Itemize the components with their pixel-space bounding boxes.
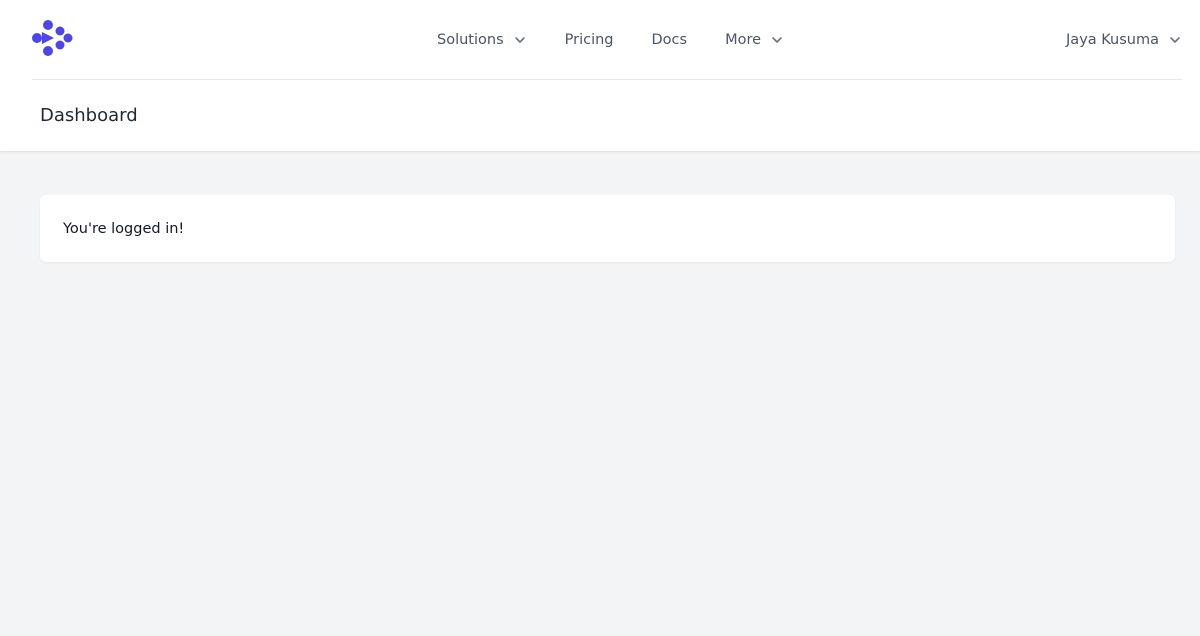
status-card: You're logged in! [40,195,1175,262]
navigation-bar: Solutions Pricing Docs More Jaya Kusuma [32,0,1182,80]
page-title: Dashboard [40,105,138,126]
nav-item-more[interactable]: More [725,32,784,48]
chevron-down-icon [514,37,525,43]
top-bar: Solutions Pricing Docs More Jaya Kusuma [0,0,1200,151]
nav-item-label: Docs [651,32,688,48]
chevron-down-icon [772,37,782,43]
main-menu: Solutions Pricing Docs More [437,0,784,80]
chevron-down-icon [1170,37,1180,43]
nav-item-pricing[interactable]: Pricing [565,32,614,48]
user-name: Jaya Kusuma [1066,32,1159,48]
nav-item-solutions[interactable]: Solutions [437,32,527,48]
brand-logo-icon[interactable] [32,18,74,58]
nav-item-docs[interactable]: Docs [652,32,688,48]
user-menu-button[interactable]: Jaya Kusuma [1066,0,1182,80]
nav-item-label: More [725,32,762,48]
login-status-message: You're logged in! [63,220,185,237]
nav-item-label: Solutions [437,32,504,48]
nav-item-label: Pricing [564,32,614,48]
